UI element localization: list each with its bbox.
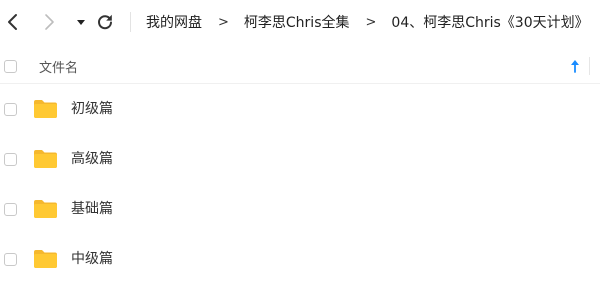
history-dropdown-button[interactable] <box>68 9 94 35</box>
folder-icon <box>34 200 57 218</box>
folder-icon <box>34 150 57 168</box>
file-row-folder[interactable]: 初级篇 <box>0 84 600 134</box>
breadcrumb-separator: > <box>218 14 229 30</box>
caret-down-icon <box>77 20 85 25</box>
row-checkbox[interactable] <box>4 153 17 166</box>
row-checkbox[interactable] <box>4 203 17 216</box>
file-row-folder[interactable]: 中级篇 <box>0 234 600 284</box>
back-button[interactable] <box>0 9 26 35</box>
column-header-filename[interactable]: 文件名 <box>39 57 78 76</box>
file-row-folder[interactable]: 高级篇 <box>0 134 600 184</box>
chevron-left-icon <box>8 14 17 30</box>
folder-icon <box>34 100 57 118</box>
arrow-up-icon[interactable] <box>569 59 581 73</box>
breadcrumb: 我的网盘 > 柯李思Chris全集 > 04、柯李思Chris《30天计划》 <box>146 0 589 44</box>
toolbar-divider <box>130 12 131 32</box>
file-list: 初级篇 高级篇 基础篇 中级篇 <box>0 84 600 284</box>
file-name[interactable]: 中级篇 <box>71 234 113 284</box>
folder-icon <box>34 250 57 268</box>
breadcrumb-item-current-folder[interactable]: 04、柯李思Chris《30天计划》 <box>391 12 588 32</box>
row-checkbox[interactable] <box>4 253 17 266</box>
breadcrumb-item-collection[interactable]: 柯李思Chris全集 <box>244 12 350 32</box>
select-all-checkbox[interactable] <box>4 59 17 73</box>
file-name[interactable]: 初级篇 <box>71 84 113 134</box>
column-divider <box>589 57 590 75</box>
column-header-row: 文件名 <box>0 49 600 84</box>
navigation-bar: 我的网盘 > 柯李思Chris全集 > 04、柯李思Chris《30天计划》 <box>0 0 600 44</box>
refresh-button[interactable] <box>92 9 118 35</box>
breadcrumb-separator: > <box>365 14 377 30</box>
file-row-folder[interactable]: 基础篇 <box>0 184 600 234</box>
file-browser-window: 我的网盘 > 柯李思Chris全集 > 04、柯李思Chris《30天计划》 文… <box>0 0 600 294</box>
forward-button[interactable] <box>36 9 62 35</box>
file-name[interactable]: 高级篇 <box>71 134 113 184</box>
refresh-icon <box>98 14 112 30</box>
breadcrumb-item-my-drive[interactable]: 我的网盘 <box>146 12 202 32</box>
chevron-right-icon <box>45 14 54 30</box>
file-name[interactable]: 基础篇 <box>71 184 113 234</box>
row-checkbox[interactable] <box>4 103 17 116</box>
